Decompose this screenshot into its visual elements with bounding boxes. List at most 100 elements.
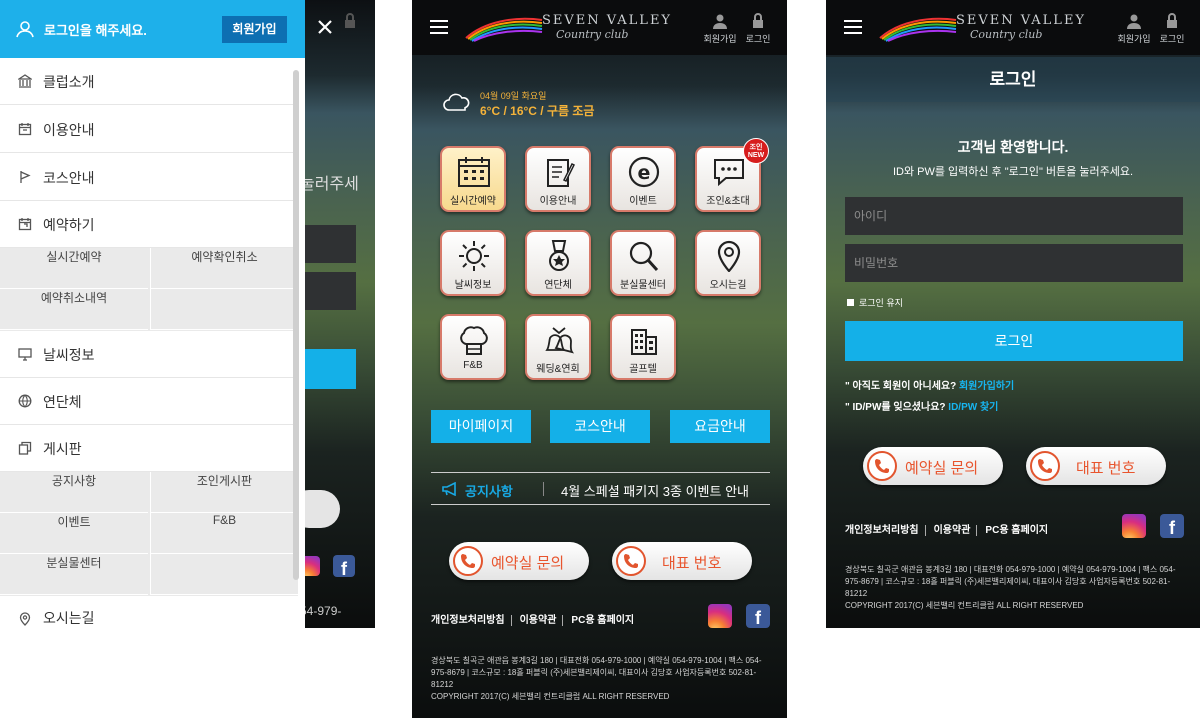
facebook-icon[interactable]: f — [746, 604, 770, 628]
background-text: 눌러주세 — [300, 176, 359, 193]
privacy-link[interactable]: 개인정보처리방침 — [431, 615, 505, 626]
menu-item-label: 예약하기 — [43, 217, 95, 233]
main-number-button[interactable]: 대표 번호 — [612, 542, 752, 580]
find-id-pw-link[interactable]: ID/PW 찾기 — [948, 402, 998, 413]
submenu-cancel-history[interactable]: 예약취소내역 — [0, 289, 148, 330]
menu-item-board[interactable]: 게시판 — [0, 425, 298, 472]
menu-item-course[interactable]: 코스안내 — [0, 154, 298, 201]
notice-bar[interactable]: 공지사항 4월 스페셜 패키지 3종 이벤트 안내 — [431, 472, 770, 505]
submenu-reservation-check[interactable]: 예약확인취소 — [150, 248, 298, 289]
page-title: 로그인 — [826, 57, 1200, 102]
login-prompt[interactable]: 로그인을 해주세요. — [44, 20, 147, 39]
copyright-text: COPYRIGHT 2017(C) 세븐밸리 컨트리클럽 ALL RIGHT R… — [431, 692, 670, 701]
join-top-button[interactable]: 회원가입 — [1114, 12, 1154, 45]
weather-date: 04월 09일 화요일 — [480, 91, 547, 101]
submenu-event[interactable]: 이벤트 — [0, 513, 148, 554]
submenu-fnb[interactable]: F&B — [150, 513, 298, 554]
mypage-button[interactable]: 마이페이지 — [431, 410, 531, 443]
login-button[interactable]: 로그인 — [845, 321, 1183, 361]
keep-login-checkbox[interactable]: 로그인 유지 — [847, 296, 903, 309]
main-number-label: 대표 번호 — [1076, 460, 1136, 477]
login-top-button[interactable]: 로그인 — [1152, 12, 1192, 45]
footer-links: 개인정보처리방침 이용약관 PC용 홈페이지 — [431, 611, 640, 626]
svg-text:e: e — [638, 162, 651, 184]
pc-site-link[interactable]: PC용 홈페이지 — [571, 615, 634, 626]
tile-guide[interactable]: 이용안내 — [525, 146, 591, 212]
address-line: 경상북도 칠곡군 애관읍 봉계3길 180 | 대표전화 054-979-100… — [431, 656, 762, 665]
menu-item-group[interactable]: 연단체 — [0, 378, 298, 425]
login-top-label: 로그인 — [745, 35, 771, 45]
side-menu-screen: 눌러주세 f 54-979- 로그인을 해주세요. 회원가입 클럽소개 이용안내… — [0, 0, 375, 628]
close-icon[interactable] — [316, 18, 334, 36]
submenu-lost-found[interactable]: 분실물센터 — [0, 554, 148, 595]
menu-item-label: 게시판 — [43, 441, 82, 457]
submenu-notice[interactable]: 공지사항 — [0, 472, 148, 513]
id-input[interactable] — [845, 197, 1183, 235]
instagram-icon[interactable] — [708, 604, 732, 628]
tile-golftel[interactable]: 골프텔 — [610, 314, 676, 380]
tile-directions[interactable]: 오시는길 — [695, 230, 761, 296]
main-number-button[interactable]: 대표 번호 — [1026, 447, 1166, 485]
reservation-call-button[interactable]: 예약실 문의 — [863, 447, 1003, 485]
phone-icon — [453, 546, 483, 576]
menu-item-guide[interactable]: 이용안내 — [0, 106, 298, 153]
tile-lost-found[interactable]: 분실물센터 — [610, 230, 676, 296]
footer-address: 경상북도 칠곡군 애관읍 봉계3길 180 | 대표전화 054-979-100… — [845, 564, 1190, 612]
login-top-label: 로그인 — [1159, 35, 1185, 45]
tile-fnb[interactable]: F&B — [440, 314, 506, 380]
fee-guide-button[interactable]: 요금안내 — [670, 410, 770, 443]
tile-join-invite[interactable]: 조인&초대 조인 NEW — [695, 138, 769, 212]
terms-link[interactable]: 이용약관 — [934, 525, 971, 536]
menu-item-label: 코스안내 — [43, 170, 95, 186]
hamburger-menu-icon[interactable] — [430, 20, 448, 34]
pc-site-link[interactable]: PC용 홈페이지 — [985, 525, 1048, 536]
facebook-icon[interactable]: f — [1160, 514, 1184, 538]
background-field — [300, 225, 356, 263]
reservation-call-label: 예약실 문의 — [491, 555, 565, 572]
copyright-text: COPYRIGHT 2017(C) 세븐밸리 컨트리클럽 ALL RIGHT R… — [845, 601, 1084, 610]
password-input[interactable] — [845, 244, 1183, 282]
menu-item-club[interactable]: 클럽소개 — [0, 58, 298, 105]
privacy-link[interactable]: 개인정보처리방침 — [845, 525, 919, 536]
tile-label: 골프텔 — [629, 364, 657, 375]
address-line: 경상북도 칠곡군 애관읍 봉계3길 180 | 대표전화 054-979-100… — [845, 565, 1176, 574]
menu-scrollbar[interactable] — [293, 70, 299, 580]
submenu-realtime-reservation[interactable]: 실시간예약 — [0, 248, 148, 289]
submenu-join-board[interactable]: 조인게시판 — [150, 472, 298, 513]
main-number-label: 대표 번호 — [662, 555, 722, 572]
new-badge: 조인 NEW — [743, 138, 769, 164]
logo-line-2: Country club — [556, 28, 629, 41]
tile-wedding[interactable]: 웨딩&연회 — [525, 314, 591, 380]
chat-icon — [714, 159, 744, 187]
menu-item-directions[interactable]: 오시는길 — [0, 596, 298, 628]
site-logo[interactable]: SEVEN VALLEY Country club — [878, 10, 1084, 46]
instagram-icon[interactable] — [1122, 514, 1146, 538]
menu-item-reservation[interactable]: 예약하기 — [0, 201, 298, 248]
terms-link[interactable]: 이용약관 — [520, 615, 557, 626]
tile-group[interactable]: 연단체 — [525, 230, 591, 296]
notice-message[interactable]: 4월 스페셜 패키지 3종 이벤트 안내 — [561, 481, 749, 500]
menu-item-weather[interactable]: 날씨정보 — [0, 331, 298, 378]
tile-event[interactable]: e 이벤트 — [610, 146, 676, 212]
menu-item-label: 이용안내 — [43, 122, 95, 138]
join-top-button[interactable]: 회원가입 — [700, 12, 740, 45]
user-icon — [16, 21, 34, 38]
background-field — [300, 272, 356, 310]
login-top-button[interactable]: 로그인 — [738, 12, 778, 45]
top-bar: SEVEN VALLEY Country club 회원가입 로그인 — [826, 0, 1200, 55]
signup-link[interactable]: 회원가입하기 — [959, 381, 1014, 392]
tile-label: 분실물센터 — [620, 280, 666, 291]
notice-separator — [543, 482, 544, 496]
submenu-empty — [150, 289, 298, 330]
tile-realtime-reservation[interactable]: 실시간예약 — [440, 146, 506, 212]
pin-icon — [717, 240, 741, 272]
join-button[interactable]: 회원가입 — [222, 16, 287, 43]
reservation-call-button[interactable]: 예약실 문의 — [449, 542, 589, 580]
tile-label: 오시는길 — [709, 280, 747, 291]
footer-address: 경상북도 칠곡군 애관읍 봉계3길 180 | 대표전화 054-979-100… — [431, 655, 776, 703]
tile-weather[interactable]: 날씨정보 — [440, 230, 506, 296]
site-logo[interactable]: SEVEN VALLEY Country club — [464, 10, 670, 46]
course-guide-button[interactable]: 코스안내 — [550, 410, 650, 443]
hamburger-menu-icon[interactable] — [844, 20, 862, 34]
cloud-icon — [443, 93, 470, 111]
